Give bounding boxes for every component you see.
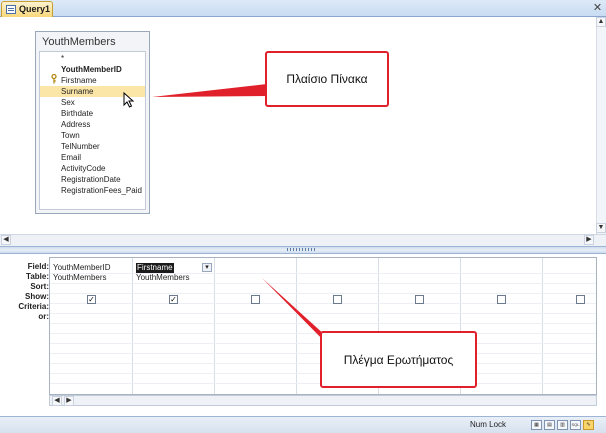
grid-field-cell[interactable]: YouthMemberID: [53, 263, 111, 273]
field-item[interactable]: RegistrationDate: [40, 174, 145, 185]
show-checkbox[interactable]: [497, 295, 506, 304]
scroll-down-icon[interactable]: ▼: [596, 223, 606, 233]
grid-table-cell[interactable]: YouthMembers: [53, 273, 107, 283]
show-checkbox[interactable]: [251, 295, 260, 304]
pivot-chart-view-icon[interactable]: ▥: [557, 420, 568, 430]
pivot-table-view-icon[interactable]: ▤: [544, 420, 555, 430]
field-item[interactable]: Email: [40, 152, 145, 163]
field-item[interactable]: Birthdate: [40, 108, 145, 119]
field-item[interactable]: ActivityCode: [40, 163, 145, 174]
design-view-icon[interactable]: ✎: [583, 420, 594, 430]
scroll-left-icon[interactable]: ◀: [52, 396, 62, 406]
table-pane-vertical-scrollbar[interactable]: ▲ ▼: [596, 17, 606, 234]
close-icon[interactable]: ✕: [592, 2, 603, 14]
show-checkbox[interactable]: [333, 295, 342, 304]
cursor-icon: [123, 92, 135, 108]
field-item[interactable]: RegistrationFees_Paid: [40, 185, 145, 196]
scroll-left-icon[interactable]: ◀: [1, 235, 11, 245]
status-num-lock: Num Lock: [470, 420, 507, 429]
row-label-sort: Sort:: [30, 282, 49, 291]
row-label-field: Field:: [27, 262, 49, 271]
field-list-title: YouthMembers: [42, 36, 116, 48]
field-item[interactable]: Town: [40, 130, 145, 141]
field-item[interactable]: TelNumber: [40, 141, 145, 152]
grid-field-cell-selected[interactable]: Firstname: [136, 263, 174, 273]
field-list[interactable]: * YouthMemberID Firstname Surname Sex Bi…: [39, 51, 146, 210]
show-checkbox[interactable]: ✓: [169, 295, 178, 304]
splitter-grip-icon[interactable]: [287, 248, 317, 251]
tab-query1[interactable]: Query1: [1, 1, 53, 17]
scroll-right-icon[interactable]: ▶: [64, 396, 74, 406]
show-checkbox[interactable]: [415, 295, 424, 304]
field-list-window[interactable]: YouthMembers * YouthMemberID Firstname S…: [35, 31, 150, 214]
scroll-right-icon[interactable]: ▶: [584, 235, 594, 245]
datasheet-view-icon[interactable]: ▦: [531, 420, 542, 430]
field-item[interactable]: Address: [40, 119, 145, 130]
document-tab-strip: [0, 0, 606, 17]
design-grid-horizontal-scrollbar[interactable]: ◀ ▶: [49, 395, 597, 406]
query-icon: [6, 5, 16, 14]
callout-query-grid: Πλέγμα Ερωτήματος: [320, 331, 477, 388]
show-checkbox[interactable]: ✓: [87, 295, 96, 304]
dropdown-arrow-icon[interactable]: ▾: [202, 263, 212, 272]
field-item[interactable]: *: [40, 53, 145, 64]
table-pane-horizontal-scrollbar[interactable]: ◀ ▶: [0, 234, 606, 246]
row-label-criteria: Criteria:: [18, 302, 49, 311]
status-bar: Num Lock ▦ ▤ ▥ SQL ✎: [0, 416, 606, 433]
callout-table-box: Πλαίσιο Πίνακα: [265, 51, 389, 107]
row-label-table: Table:: [26, 272, 49, 281]
key-icon: [51, 74, 57, 84]
row-label-or: or:: [38, 312, 49, 321]
tab-label: Query1: [19, 4, 51, 14]
row-label-show: Show:: [25, 292, 49, 301]
sql-view-button[interactable]: SQL: [570, 420, 581, 430]
scroll-up-icon[interactable]: ▲: [596, 17, 606, 27]
grid-table-cell[interactable]: YouthMembers: [136, 273, 190, 283]
show-checkbox[interactable]: [576, 295, 585, 304]
